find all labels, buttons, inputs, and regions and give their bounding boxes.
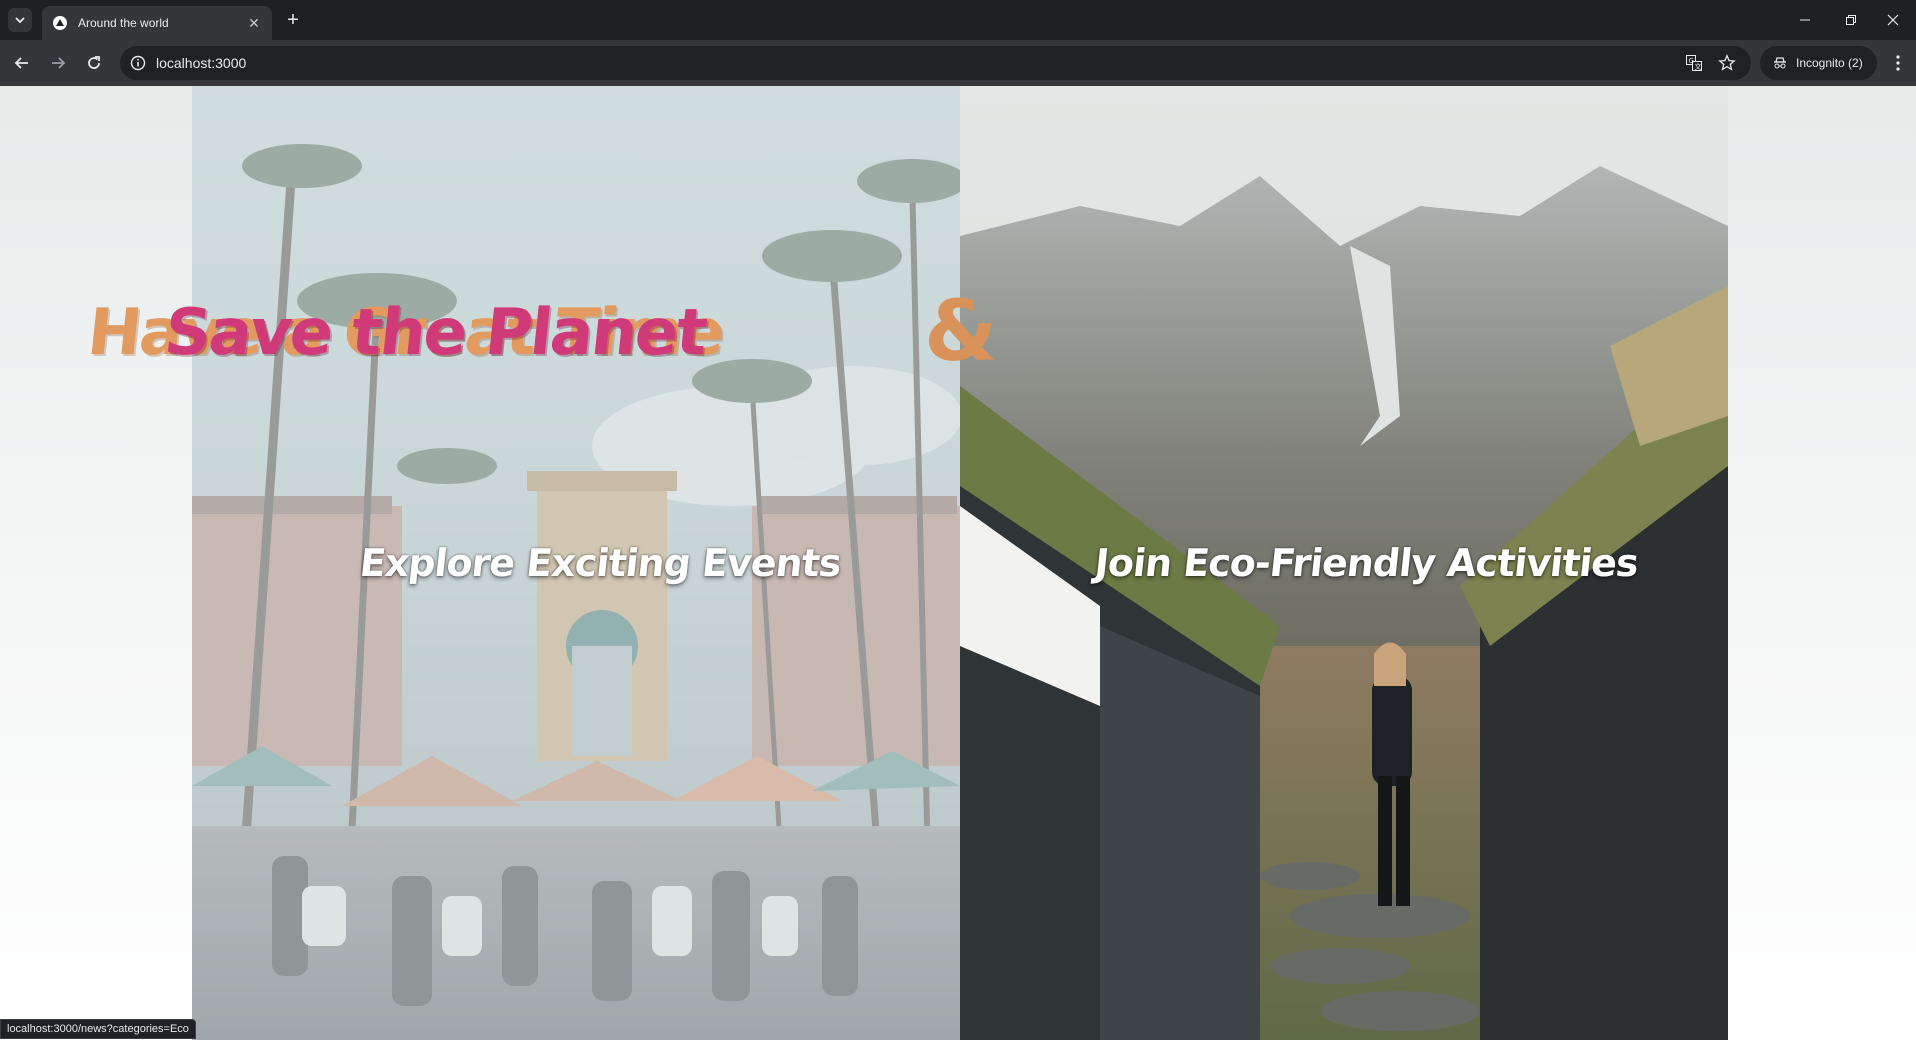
reload-icon <box>88 56 100 69</box>
address-bar[interactable]: localhost:3000 G文 <box>120 46 1751 80</box>
back-button[interactable] <box>8 49 36 77</box>
favicon-icon <box>52 15 68 31</box>
window-close-button[interactable] <box>1870 0 1916 40</box>
browser-menu-button[interactable] <box>1886 49 1910 77</box>
page-viewport: Have a Great Time & Save the Planet Expl… <box>0 86 1916 1040</box>
incognito-button[interactable]: Incognito (2) <box>1760 46 1877 80</box>
svg-text:文: 文 <box>1695 62 1702 71</box>
status-url: localhost:3000/news?categories=Eco <box>0 1019 196 1039</box>
minimize-button[interactable] <box>1782 0 1828 40</box>
active-tab[interactable]: Around the world ✕ <box>42 6 272 40</box>
close-icon[interactable]: ✕ <box>244 13 264 33</box>
info-icon[interactable] <box>130 55 146 71</box>
browser-toolbar: localhost:3000 G文 Incognito (2) <box>0 40 1916 86</box>
plus-icon: + <box>287 8 299 31</box>
window-close-icon <box>1887 14 1899 26</box>
tab-search-button[interactable] <box>8 8 32 32</box>
new-tab-button[interactable]: + <box>282 9 304 31</box>
forward-icon <box>52 57 66 69</box>
kebab-menu-icon <box>1896 55 1900 71</box>
forward-button[interactable] <box>44 49 72 77</box>
hero-title-right: Save the Planet <box>161 296 710 370</box>
restore-icon <box>1846 15 1856 25</box>
restore-button[interactable] <box>1828 0 1874 40</box>
chevron-down-icon <box>15 17 25 24</box>
tab-strip: Around the world ✕ + <box>0 0 1916 40</box>
minimize-icon <box>1800 19 1810 21</box>
incognito-label: Incognito (2) <box>1796 56 1863 70</box>
url-text[interactable]: localhost:3000 <box>156 55 246 71</box>
eco-activities-link[interactable]: Join Eco-Friendly Activities <box>1093 541 1640 585</box>
incognito-icon <box>1774 57 1786 69</box>
back-icon <box>14 57 28 69</box>
explore-events-link[interactable]: Explore Exciting Events <box>358 541 843 585</box>
reload-button[interactable] <box>80 49 108 77</box>
svg-text:G: G <box>1689 57 1694 65</box>
translate-icon[interactable]: G文 <box>1684 53 1704 73</box>
ampersand-divider: & <box>924 282 998 380</box>
star-icon[interactable] <box>1717 53 1737 73</box>
tab-title: Around the world <box>78 16 169 30</box>
